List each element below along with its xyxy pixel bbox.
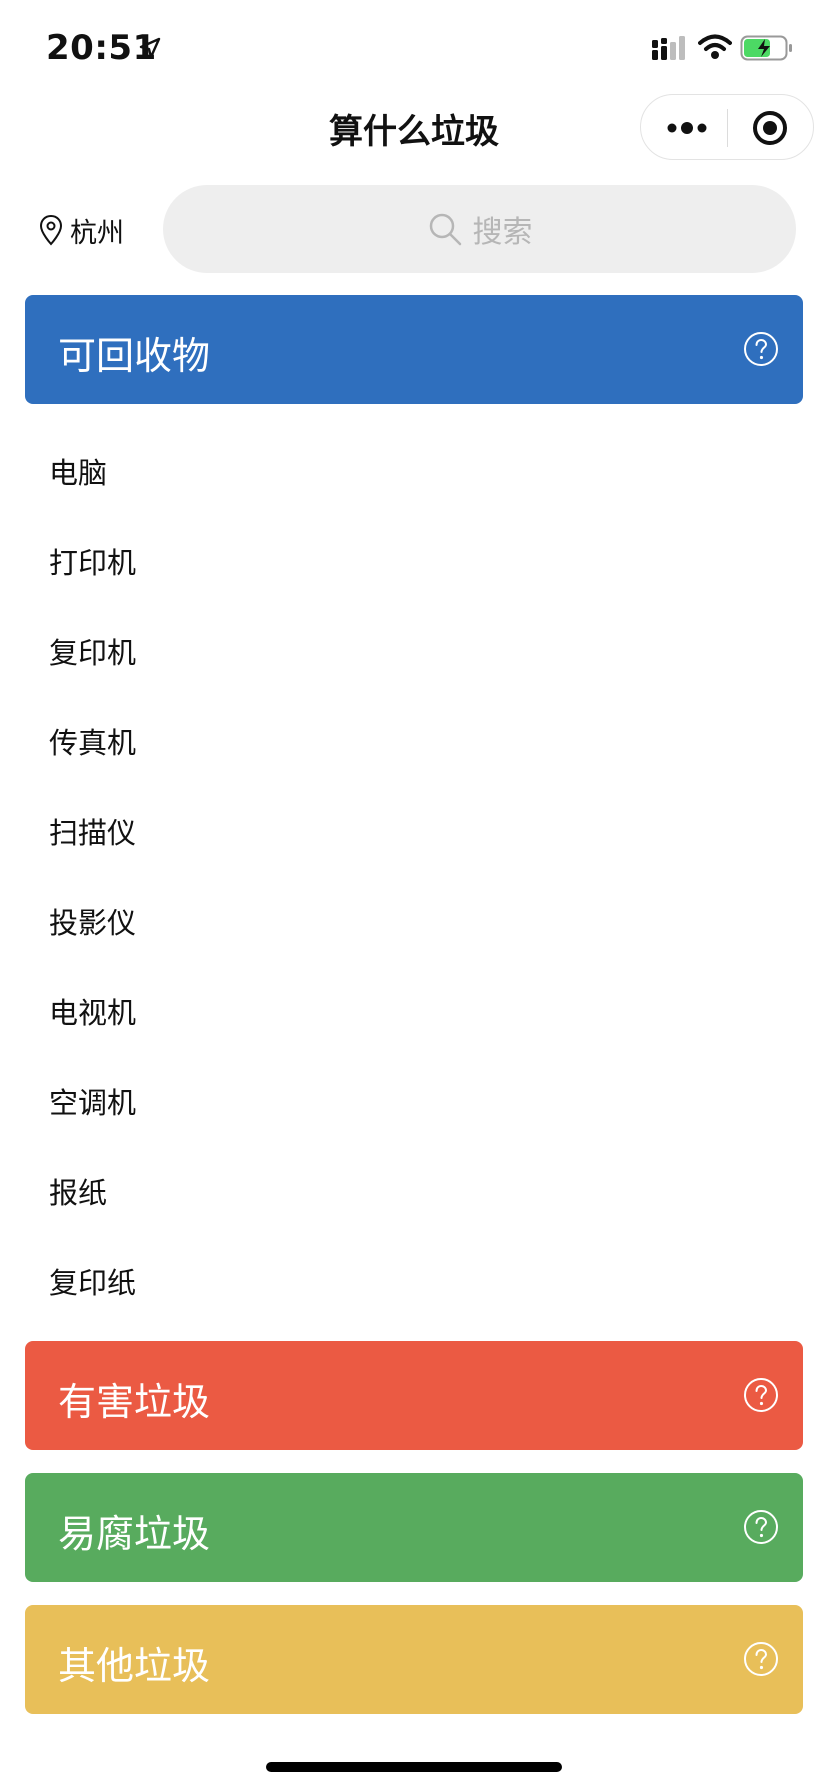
list-item[interactable]: 扫描仪 (0, 788, 828, 878)
home-indicator (266, 1762, 562, 1772)
search-icon (429, 213, 461, 246)
battery-charging-icon (740, 35, 792, 61)
category-hazardous[interactable]: 有害垃圾 (25, 1341, 803, 1450)
category-label: 易腐垃圾 (58, 1512, 211, 1556)
wifi-icon (698, 34, 732, 59)
map-pin-icon (39, 214, 63, 246)
category-recyclable[interactable]: 可回收物 (25, 295, 803, 404)
search-placeholder: 搜索 (472, 215, 533, 250)
list-item[interactable]: 复印机 (0, 608, 828, 698)
search-input[interactable]: 搜索 (163, 185, 796, 273)
target-circle-icon[interactable] (752, 110, 788, 146)
location-arrow-icon (139, 37, 161, 59)
list-item[interactable]: 复印纸 (0, 1238, 828, 1328)
recyclable-item-list: 电脑 打印机 复印机 传真机 扫描仪 投影仪 电视机 空调机 报纸 复印纸 (0, 428, 828, 1328)
help-question-icon[interactable] (743, 1509, 779, 1545)
list-item[interactable]: 投影仪 (0, 878, 828, 968)
list-item[interactable]: 传真机 (0, 698, 828, 788)
category-label: 有害垃圾 (58, 1380, 211, 1424)
help-question-icon[interactable] (743, 1641, 779, 1677)
location-city: 杭州 (70, 217, 124, 249)
category-label: 其他垃圾 (58, 1644, 211, 1688)
list-item[interactable]: 打印机 (0, 518, 828, 608)
category-perishable[interactable]: 易腐垃圾 (25, 1473, 803, 1582)
location-selector[interactable]: 杭州 (38, 210, 124, 250)
list-item[interactable]: 电视机 (0, 968, 828, 1058)
category-other[interactable]: 其他垃圾 (25, 1605, 803, 1714)
list-item[interactable]: 空调机 (0, 1058, 828, 1148)
status-bar: 20:51 (0, 0, 828, 90)
list-item[interactable]: 报纸 (0, 1148, 828, 1238)
help-question-icon[interactable] (743, 1377, 779, 1413)
mini-program-capsule (640, 94, 814, 160)
more-dots-icon[interactable] (665, 113, 709, 143)
list-item[interactable]: 电脑 (0, 428, 828, 518)
help-question-icon[interactable] (743, 331, 779, 367)
capsule-divider (727, 109, 728, 147)
category-label: 可回收物 (58, 334, 211, 378)
cellular-signal-icon (652, 36, 685, 60)
